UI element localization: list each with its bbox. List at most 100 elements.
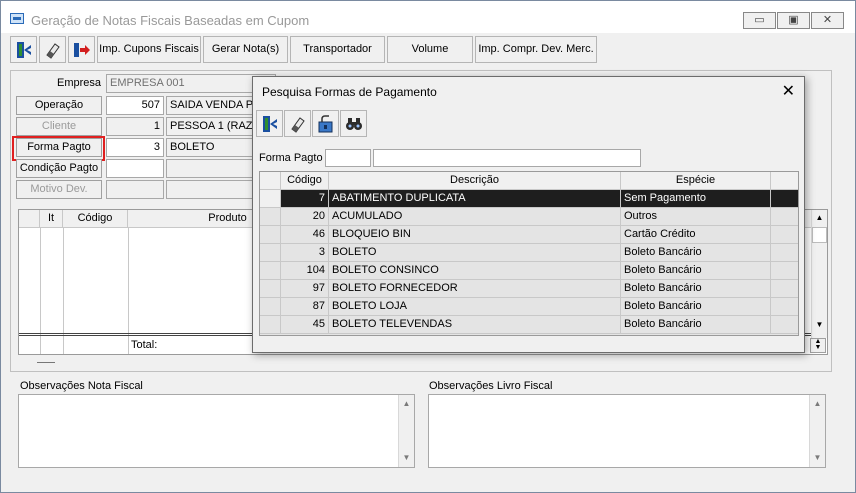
cell-codigo: 7 xyxy=(281,190,329,208)
forma-pagto-code-field[interactable]: 3 xyxy=(106,138,164,157)
cell-descricao: ACUMULADO xyxy=(329,208,621,226)
cell-especie: Boleto Bancário xyxy=(621,298,771,316)
cell-filler xyxy=(771,190,798,208)
cell-descricao: BOLETO FORNECEDOR xyxy=(329,280,621,298)
forma-pagto-filter-label: Forma Pagto xyxy=(259,152,323,164)
eraser-icon xyxy=(45,43,60,59)
window-title: Geração de Notas Fiscais Baseadas em Cup… xyxy=(31,13,310,28)
spin-icon[interactable]: ▲ ▼ xyxy=(810,338,826,353)
grid-indicator-header xyxy=(19,210,40,228)
payment-row[interactable]: 97 BOLETO FORNECEDOR Boleto Bancário xyxy=(260,280,798,298)
cliente-code-field: 1 xyxy=(106,117,164,136)
payment-row[interactable]: 104 BOLETO CONSINCO Boleto Bancário xyxy=(260,262,798,280)
minimize-button[interactable]: ▭ xyxy=(743,12,776,29)
gerar-notas-button[interactable]: Gerar Nota(s) xyxy=(203,36,288,63)
cliente-button[interactable]: Cliente xyxy=(16,117,102,136)
import-icon xyxy=(73,43,90,57)
forma-pagto-highlight xyxy=(12,136,105,161)
cell-descricao: BOLETO xyxy=(329,244,621,262)
import-button[interactable] xyxy=(68,36,95,63)
grid-header-row: Código Descrição Espécie xyxy=(260,172,798,190)
operacao-button[interactable]: Operação xyxy=(16,96,102,115)
cell-codigo: 45 xyxy=(281,316,329,334)
condicao-pagto-code-field[interactable] xyxy=(106,159,164,178)
scroll-thumb[interactable] xyxy=(812,227,827,243)
grid-header-it: It xyxy=(40,210,63,228)
exit-icon xyxy=(16,42,31,58)
obs-nota-scrollbar[interactable]: ▲ ▼ xyxy=(398,395,414,467)
obs-nota-label: Observações Nota Fiscal xyxy=(20,380,143,392)
search-dialog: Pesquisa Formas de Pagamento ✕ Forma Pag… xyxy=(252,76,805,353)
motivo-dev-button[interactable]: Motivo Dev. xyxy=(16,180,102,199)
cell-especie: Boleto Bancário xyxy=(621,280,771,298)
eraser-icon xyxy=(291,117,305,133)
obs-livro-label: Observações Livro Fiscal xyxy=(429,380,553,392)
toolbar: Imp. Cupons Fiscais Gerar Nota(s) Transp… xyxy=(10,36,598,64)
total-label: Total: xyxy=(131,339,158,351)
operacao-code-field[interactable]: 507 xyxy=(106,96,164,115)
items-grid-scrollbar[interactable]: ▲ ▼ xyxy=(811,210,827,338)
obs-nota-textarea[interactable]: ▲ ▼ xyxy=(18,394,415,468)
binoculars-icon xyxy=(346,118,362,130)
exit-button[interactable] xyxy=(10,36,37,63)
cell-especie: Sem Pagamento xyxy=(621,190,771,208)
imp-compr-dev-merc-button[interactable]: Imp. Compr. Dev. Merc. xyxy=(475,36,597,63)
cell-codigo: 104 xyxy=(281,262,329,280)
scroll-up-arrow-icon[interactable]: ▲ xyxy=(400,397,413,411)
cell-especie: Boleto Bancário xyxy=(621,316,771,334)
cell-filler xyxy=(771,298,798,316)
payment-methods-grid[interactable]: Código Descrição Espécie 7 ABATIMENTO DUP… xyxy=(259,171,799,336)
cell-especie: Cartão Crédito xyxy=(621,226,771,244)
scroll-down-arrow-icon[interactable]: ▼ xyxy=(811,451,824,465)
app-icon xyxy=(10,13,24,24)
dialog-clear-button[interactable] xyxy=(284,110,311,137)
row-indicator xyxy=(260,262,281,280)
dialog-search-button[interactable] xyxy=(340,110,367,137)
close-button[interactable]: ✕ xyxy=(811,12,844,29)
empresa-label: Empresa xyxy=(57,77,102,89)
cell-codigo: 20 xyxy=(281,208,329,226)
grid-header-codigo: Código xyxy=(63,210,128,228)
main-window: Geração de Notas Fiscais Baseadas em Cup… xyxy=(0,0,856,493)
obs-livro-textarea[interactable]: ▲ ▼ xyxy=(428,394,826,468)
transportador-button[interactable]: Transportador xyxy=(290,36,385,63)
scroll-down-arrow-icon[interactable]: ▼ xyxy=(400,451,413,465)
dialog-title: Pesquisa Formas de Pagamento xyxy=(262,85,437,99)
header-filler xyxy=(771,172,798,190)
cell-filler xyxy=(771,262,798,280)
scroll-down-arrow-icon[interactable]: ▼ xyxy=(813,318,826,332)
condicao-pagto-button[interactable]: Condição Pagto xyxy=(16,159,102,178)
cell-codigo: 97 xyxy=(281,280,329,298)
cell-filler xyxy=(771,208,798,226)
payment-row[interactable]: 87 BOLETO LOJA Boleto Bancário xyxy=(260,298,798,316)
header-descricao: Descrição xyxy=(329,172,621,190)
indicator-header xyxy=(260,172,281,190)
payment-row[interactable]: 20 ACUMULADO Outros xyxy=(260,208,798,226)
cell-codigo: 3 xyxy=(281,244,329,262)
payment-row[interactable]: 3 BOLETO Boleto Bancário xyxy=(260,244,798,262)
row-indicator xyxy=(260,226,281,244)
payment-row[interactable]: 46 BLOQUEIO BIN Cartão Crédito xyxy=(260,226,798,244)
dialog-unlock-button[interactable] xyxy=(312,110,339,137)
obs-livro-scrollbar[interactable]: ▲ ▼ xyxy=(809,395,825,467)
cell-filler xyxy=(771,244,798,262)
scroll-up-arrow-icon[interactable]: ▲ xyxy=(811,397,824,411)
forma-pagto-filter-code[interactable] xyxy=(325,149,371,167)
row-indicator xyxy=(260,298,281,316)
cell-descricao: BOLETO LOJA xyxy=(329,298,621,316)
cell-codigo: 87 xyxy=(281,298,329,316)
dialog-exit-button[interactable] xyxy=(256,110,283,137)
grid-footer-divider xyxy=(37,362,55,363)
payment-row[interactable]: 7 ABATIMENTO DUPLICATA Sem Pagamento xyxy=(260,190,798,208)
cell-especie: Outros xyxy=(621,208,771,226)
payment-row[interactable]: 45 BOLETO TELEVENDAS Boleto Bancário xyxy=(260,316,798,334)
dialog-close-button[interactable]: ✕ xyxy=(782,81,795,101)
imp-cupons-fiscais-button[interactable]: Imp. Cupons Fiscais xyxy=(97,36,201,63)
restore-button[interactable]: ▣ xyxy=(777,12,810,29)
exit-icon xyxy=(263,116,277,132)
cell-filler xyxy=(771,316,798,334)
forma-pagto-filter-desc[interactable] xyxy=(373,149,641,167)
scroll-up-arrow-icon[interactable]: ▲ xyxy=(813,211,826,225)
clear-button[interactable] xyxy=(39,36,66,63)
volume-button[interactable]: Volume xyxy=(387,36,473,63)
